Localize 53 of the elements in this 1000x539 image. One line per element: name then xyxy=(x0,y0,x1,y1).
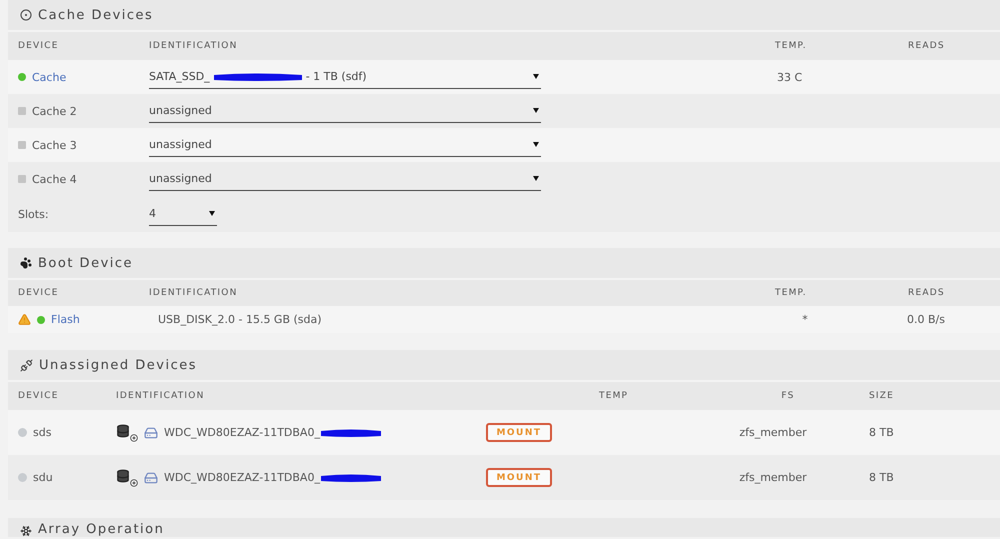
database-add-icon[interactable] xyxy=(116,424,138,442)
column-header: TEMP. xyxy=(775,41,808,51)
column-header: TEMP xyxy=(599,391,630,401)
column-header: DEVICE xyxy=(18,391,60,401)
caret-icon xyxy=(533,74,539,78)
column-header: READS xyxy=(908,41,946,51)
device-link[interactable]: Cache xyxy=(32,70,66,84)
column-header: DEVICE xyxy=(18,288,60,298)
drive-icon[interactable] xyxy=(144,426,158,440)
column-header: IDENTIFICATION xyxy=(116,391,206,401)
temperature: 33 C xyxy=(776,70,804,84)
identification: WDC_WD80EZAZ-11TDBA0_ xyxy=(164,471,382,484)
device-name: sdu xyxy=(33,471,53,484)
device-link[interactable]: Flash xyxy=(51,313,80,326)
identification-select[interactable]: SATA_SSD_ - 1 TB (sdf) xyxy=(149,66,541,88)
temperature: * xyxy=(801,313,809,326)
size: 8 TB xyxy=(869,426,895,439)
filesystem: zfs_member xyxy=(738,471,808,484)
identification-select[interactable]: unassigned xyxy=(149,100,541,122)
column-header: TEMP. xyxy=(775,288,808,298)
column-header: READS xyxy=(908,288,946,298)
column-header: IDENTIFICATION xyxy=(149,288,238,298)
size: 8 TB xyxy=(869,471,895,484)
device-name: Cache 3 xyxy=(32,138,77,152)
column-header: SIZE xyxy=(869,391,896,401)
unplug-icon xyxy=(20,358,33,372)
paw-icon xyxy=(20,257,32,269)
identification: WDC_WD80EZAZ-11TDBA0_ xyxy=(164,426,382,439)
device-name: sds xyxy=(33,426,52,439)
caret-icon xyxy=(533,176,539,180)
device-name: Cache 2 xyxy=(32,104,77,118)
column-header: FS xyxy=(780,391,796,401)
identification-select[interactable]: unassigned xyxy=(149,168,541,190)
slots-select[interactable]: 4 xyxy=(149,202,217,226)
caret-icon xyxy=(533,108,539,112)
slots-label: Slots: xyxy=(18,208,50,220)
identification: USB_DISK_2.0 - 15.5 GB (sda) xyxy=(157,313,323,326)
snowflake-icon xyxy=(20,525,32,537)
target-icon xyxy=(20,9,32,21)
column-header: IDENTIFICATION xyxy=(149,41,238,51)
filesystem: zfs_member xyxy=(738,426,808,439)
caret-icon xyxy=(533,142,539,146)
device-name: Cache 4 xyxy=(32,172,77,186)
section-title: Cache Devices xyxy=(38,8,154,22)
section-title: Unassigned Devices xyxy=(39,358,197,372)
reads: 0.0 B/s xyxy=(906,313,945,326)
section-title: Boot Device xyxy=(38,256,134,270)
database-add-icon[interactable] xyxy=(116,468,138,486)
identification-select[interactable]: unassigned xyxy=(149,134,541,156)
column-header: DEVICE xyxy=(18,41,60,51)
section-title: Array Operation xyxy=(38,522,164,537)
drive-icon[interactable] xyxy=(144,470,158,484)
caret-icon xyxy=(209,210,215,216)
